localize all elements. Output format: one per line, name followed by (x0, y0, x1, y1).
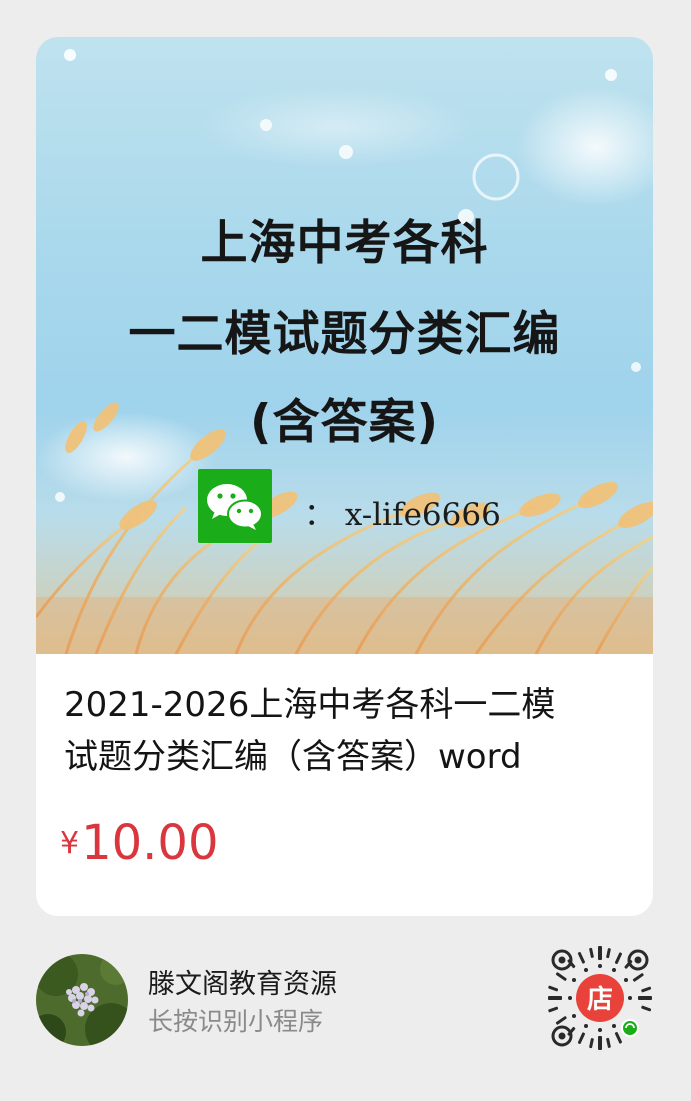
shop-avatar[interactable] (36, 954, 128, 1046)
cover-title-line-1: 上海中考各科 (200, 216, 489, 271)
product-cover-image[interactable]: 上海中考各科 一二模试题分类汇编 (含答案) ： x-life6666 (36, 37, 653, 654)
mini-program-code-icon[interactable]: 店 (546, 944, 654, 1052)
currency-symbol: ¥ (60, 826, 80, 861)
shop-name: 滕文阁教育资源 (148, 969, 337, 1000)
product-title-line-1: 2021-2026上海中考各科一二模 (64, 685, 556, 725)
product-title[interactable]: 2021-2026上海中考各科一二模 试题分类汇编（含答案）word (64, 679, 629, 783)
product-card[interactable]: 上海中考各科 一二模试题分类汇编 (含答案) ： x-life6666 2021… (36, 37, 653, 916)
wechat-id-label: ： x-life6666 (304, 497, 501, 533)
product-price: ¥10.00 (60, 815, 219, 871)
qr-center-label: 店 (587, 985, 613, 1015)
price-amount: 10.00 (81, 815, 219, 871)
share-card-container: 上海中考各科 一二模试题分类汇编 (含答案) ： x-life6666 2021… (0, 0, 691, 1101)
product-title-line-2: 试题分类汇编（含答案）word (64, 737, 522, 777)
cover-title-line-2: 一二模试题分类汇编 (128, 307, 561, 362)
wechat-icon (198, 469, 272, 543)
scan-hint: 长按识别小程序 (148, 1007, 324, 1036)
cover-title-line-3: (含答案) (250, 395, 439, 450)
